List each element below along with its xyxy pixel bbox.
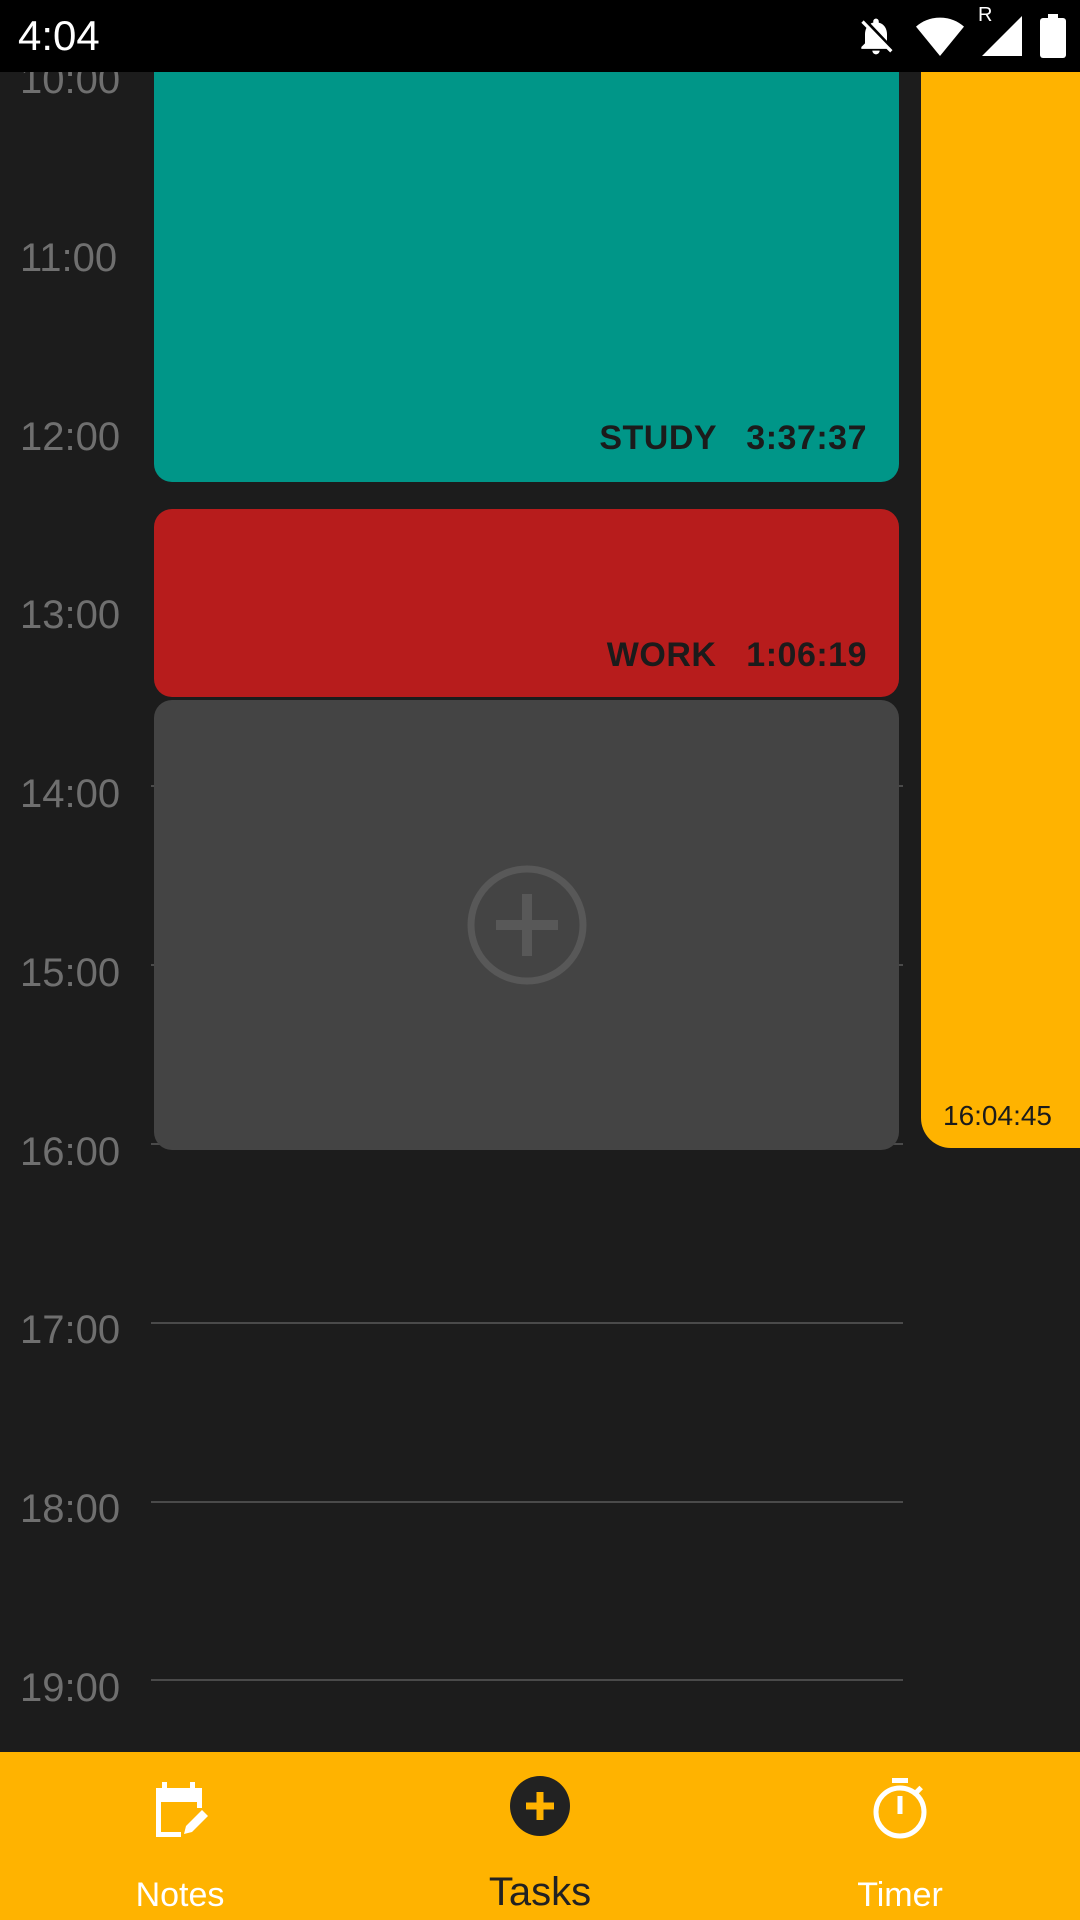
hour-label: 13:00 [20,593,121,637]
hour-divider [151,1501,903,1503]
hour-divider [151,1679,903,1681]
battery-icon [1040,14,1066,58]
hour-label: 11:00 [20,236,118,280]
hour-divider [151,1322,903,1324]
notifications-off-icon [854,14,898,58]
stopwatch-icon [868,1776,932,1845]
task-block-work[interactable]: WORK 1:06:19 [154,509,899,697]
bottom-navigation: Notes Tasks Timer [0,1752,1080,1920]
add-task-block[interactable] [154,700,899,1150]
status-time: 4:04 [18,12,100,59]
nav-item-notes[interactable]: Notes [60,1752,300,1920]
hour-label: 12:00 [20,415,121,459]
wifi-icon [916,14,964,58]
calendar-edit-icon [148,1778,212,1847]
hour-label: 16:00 [20,1130,121,1174]
hour-label: 19:00 [20,1666,121,1710]
hour-label: 18:00 [20,1487,121,1531]
nav-item-tasks[interactable]: Tasks [420,1752,660,1920]
hour-label: 17:00 [20,1308,121,1352]
task-block-label: WORK 1:06:19 [607,636,867,675]
hour-label: 10:00 [20,72,121,102]
task-block-study[interactable]: STUDY 3:37:37 [154,72,899,482]
hour-label: 15:00 [20,951,121,995]
add-circle-filled-icon [508,1774,572,1843]
task-duration: 3:37:37 [746,419,867,457]
add-circle-icon[interactable] [467,865,587,985]
hour-label: 14:00 [20,772,121,816]
signal-icon: R [978,4,1022,56]
task-block-label: STUDY 3:37:37 [599,419,867,458]
nav-label-timer: Timer [857,1876,943,1914]
nav-item-timer[interactable]: Timer [780,1752,1020,1920]
day-timeline[interactable]: 10:00 11:00 12:00 13:00 14:00 15:00 16:0… [0,72,1080,1752]
current-time-label: 16:04:45 [943,1100,1052,1131]
roaming-indicator: R [978,4,993,26]
status-icons: R [854,4,1066,60]
task-duration: 1:06:19 [746,636,867,674]
nav-label-tasks: Tasks [488,1870,592,1914]
nav-label-notes: Notes [135,1876,225,1914]
task-name: WORK [606,636,717,674]
current-time-bar: 16:04:45 [921,72,1080,1148]
status-bar: 4:04 R [0,0,1080,72]
task-name: STUDY [599,419,717,457]
